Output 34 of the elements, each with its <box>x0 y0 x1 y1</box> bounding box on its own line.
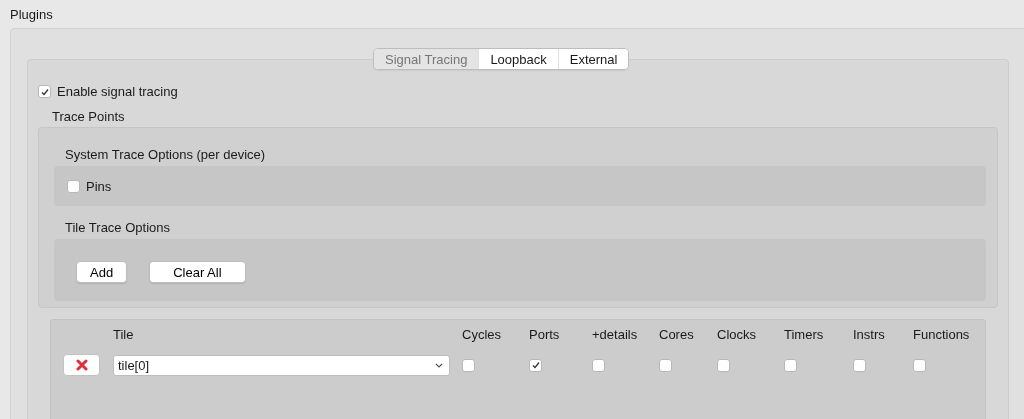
tab[interactable]: Signal Tracing <box>374 49 479 69</box>
panel-title: Plugins <box>10 6 53 22</box>
column-header: Tile <box>113 327 135 342</box>
column-header: Timers <box>784 327 825 342</box>
column-header: Cycles <box>462 327 502 342</box>
push-button[interactable]: Add <box>76 261 128 283</box>
column-header: Cores <box>659 327 695 342</box>
checkbox-label: Pins <box>86 178 112 194</box>
checkbox[interactable] <box>38 85 51 98</box>
tab[interactable]: External <box>557 49 629 69</box>
group-title: Trace Points <box>52 109 126 124</box>
checkbox[interactable] <box>462 358 475 372</box>
dropdown[interactable]: tile[0] <box>113 354 450 376</box>
checkbox[interactable] <box>853 358 866 372</box>
delete-button[interactable] <box>63 354 100 376</box>
push-button[interactable]: Clear All <box>149 261 246 283</box>
column-header: Instrs <box>853 327 886 342</box>
checkbox[interactable] <box>67 179 80 193</box>
checkbox[interactable] <box>784 358 797 372</box>
group-title: System Trace Options (per device) <box>65 147 267 162</box>
column-header: Clocks <box>717 327 757 342</box>
group-title: Tile Trace Options <box>65 220 171 235</box>
caret-icon <box>435 362 443 368</box>
column-header: +details <box>592 327 639 342</box>
column-header: Ports <box>529 327 561 342</box>
checkbox[interactable] <box>913 358 926 372</box>
tab[interactable]: Loopback <box>478 49 558 69</box>
checkbox-label: Enable signal tracing <box>57 84 178 99</box>
checkbox[interactable] <box>592 358 605 372</box>
checkbox[interactable] <box>529 358 542 372</box>
column-header: Functions <box>913 327 971 342</box>
cross-icon <box>75 359 88 371</box>
checkbox[interactable] <box>717 358 730 372</box>
checkbox[interactable] <box>659 358 672 372</box>
